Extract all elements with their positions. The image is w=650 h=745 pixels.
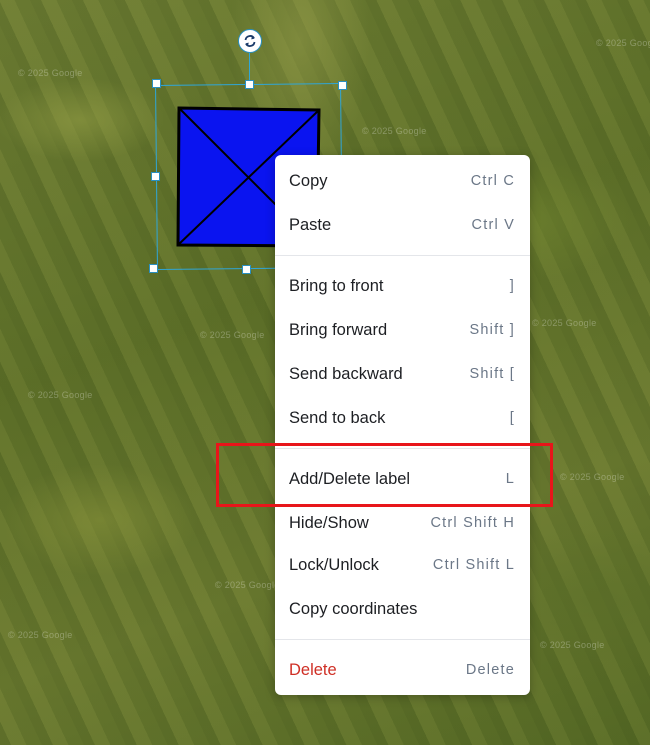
menu-item-send-backward[interactable]: Send backward Shift [ xyxy=(275,354,530,394)
menu-item-shortcut: Ctrl C xyxy=(470,173,515,189)
context-menu: Copy Ctrl C Paste Ctrl V Bring to front … xyxy=(275,155,530,695)
menu-item-label: Hide/Show xyxy=(289,513,369,532)
menu-item-label: Delete xyxy=(289,660,337,679)
rotate-icon[interactable] xyxy=(238,29,262,53)
resize-handle-top-left[interactable] xyxy=(152,79,161,88)
menu-item-label: Bring forward xyxy=(289,320,388,339)
map-watermark: © 2025 Google xyxy=(28,390,93,400)
menu-item-label: Send to back xyxy=(289,408,386,427)
map-watermark: © 2025 Google xyxy=(532,318,597,328)
menu-item-shortcut: ] xyxy=(509,278,515,294)
map-watermark: © 2025 Google xyxy=(18,68,83,78)
menu-item-label: Paste xyxy=(289,215,332,234)
menu-item-lock-unlock[interactable]: Lock/Unlock Ctrl Shift L xyxy=(275,545,530,585)
map-watermark: © 2025 Google xyxy=(200,330,265,340)
resize-handle-top-right[interactable] xyxy=(338,81,347,90)
menu-item-label: Bring to front xyxy=(289,276,384,295)
resize-handle-left[interactable] xyxy=(151,172,160,181)
menu-item-shortcut: Ctrl Shift L xyxy=(432,557,515,573)
menu-item-shortcut: Ctrl Shift H xyxy=(430,515,515,531)
resize-handle-bottom-left[interactable] xyxy=(149,264,158,273)
menu-item-shortcut: Ctrl V xyxy=(471,217,515,233)
menu-item-shortcut: [ xyxy=(509,410,515,426)
map-watermark: © 2025 Google xyxy=(596,38,650,48)
menu-item-paste[interactable]: Paste Ctrl V xyxy=(275,205,530,245)
resize-handle-bottom[interactable] xyxy=(242,265,251,274)
menu-item-bring-to-front[interactable]: Bring to front ] xyxy=(275,266,530,306)
resize-handle-top[interactable] xyxy=(245,80,254,89)
menu-divider xyxy=(275,639,530,640)
highlight-box xyxy=(216,443,553,507)
map-watermark: © 2025 Google xyxy=(560,472,625,482)
menu-item-delete[interactable]: Delete Delete xyxy=(275,650,530,690)
menu-item-label: Send backward xyxy=(289,364,403,383)
map-watermark: © 2025 Google xyxy=(362,126,427,136)
menu-item-shortcut: Shift ] xyxy=(469,322,515,338)
menu-item-shortcut: Shift [ xyxy=(469,366,515,382)
menu-item-hide-show[interactable]: Hide/Show Ctrl Shift H xyxy=(275,503,530,543)
menu-item-shortcut: Delete xyxy=(465,662,515,678)
map-watermark: © 2025 Google xyxy=(8,630,73,640)
menu-item-copy-coordinates[interactable]: Copy coordinates xyxy=(275,589,530,629)
menu-item-label: Lock/Unlock xyxy=(289,555,379,574)
map-watermark: © 2025 Google xyxy=(215,580,280,590)
menu-item-send-to-back[interactable]: Send to back [ xyxy=(275,398,530,438)
menu-item-label: Copy xyxy=(289,171,328,190)
map-watermark: © 2025 Google xyxy=(540,640,605,650)
menu-item-bring-forward[interactable]: Bring forward Shift ] xyxy=(275,310,530,350)
menu-item-label: Copy coordinates xyxy=(289,599,418,618)
menu-divider xyxy=(275,255,530,256)
menu-item-copy[interactable]: Copy Ctrl C xyxy=(275,161,530,201)
